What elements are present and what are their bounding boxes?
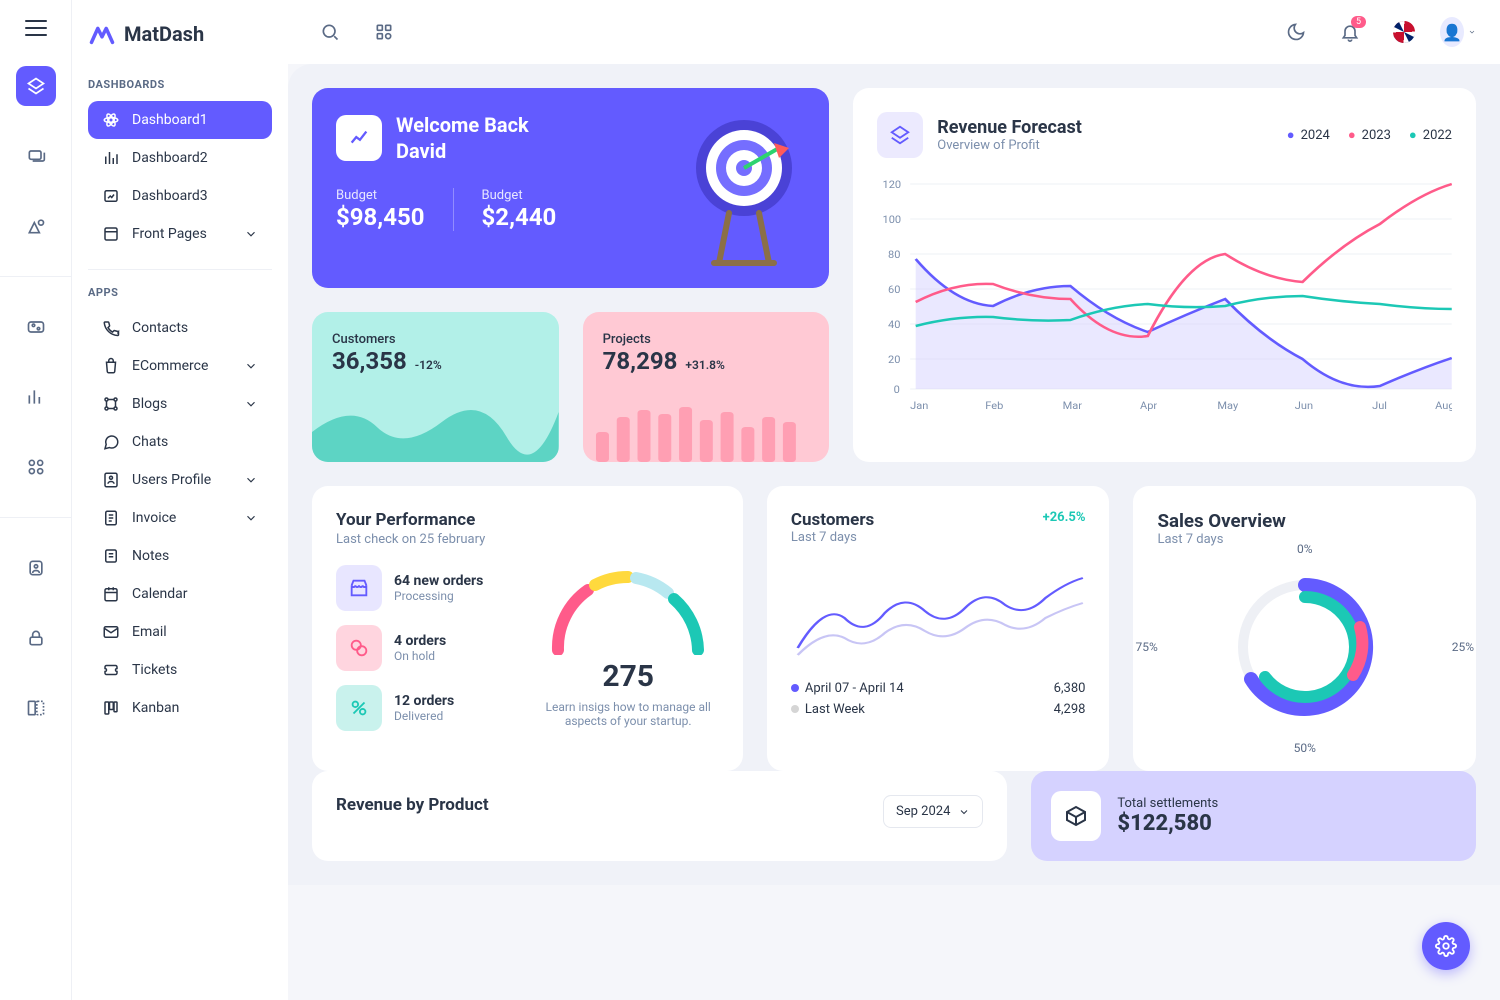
nav-blogs[interactable]: Blogs (88, 385, 272, 423)
sales-overview-card: Sales Overview Last 7 days 0% 25% 50% 75… (1133, 486, 1476, 771)
chevron-down-icon (244, 227, 258, 241)
apps-icon[interactable] (366, 14, 402, 50)
nav-dashboard1[interactable]: Dashboard1 (88, 101, 272, 139)
svg-text:Jan: Jan (910, 400, 928, 412)
hold-icon (336, 625, 382, 671)
topbar: 5 👤 (288, 0, 1500, 64)
customers-card: CustomersLast 7 days +26.5% April 07 - A… (767, 486, 1110, 771)
chevron-down-icon (244, 511, 258, 525)
settlements-card: Total settlements$122,580 (1031, 771, 1476, 861)
nav-tickets[interactable]: Tickets (88, 651, 272, 689)
nav-contacts[interactable]: Contacts (88, 309, 272, 347)
rail-sliders-icon[interactable] (16, 307, 56, 347)
customers-mini-card: Customers 36,358-12% (312, 312, 559, 462)
store-icon (336, 565, 382, 611)
nav-dashboard2[interactable]: Dashboard2 (88, 139, 272, 177)
svg-text:May: May (1218, 400, 1239, 412)
box-icon (1051, 791, 1101, 841)
svg-text:0: 0 (894, 384, 900, 396)
customers-chart (791, 563, 1086, 663)
nav-invoice[interactable]: Invoice (88, 499, 272, 537)
notification-badge: 5 (1351, 16, 1366, 28)
chevron-down-icon (244, 473, 258, 487)
rail-user-icon[interactable] (16, 548, 56, 588)
delivered-icon (336, 685, 382, 731)
logo-text: MatDash (124, 22, 204, 46)
rail-cards-icon[interactable] (16, 136, 56, 176)
sidebar: MatDash DASHBOARDS Dashboard1 Dashboard2… (72, 0, 288, 1000)
sales-donut-chart: 0% 25% 50% 75% (1157, 547, 1452, 747)
bell-icon[interactable]: 5 (1332, 14, 1368, 50)
trend-icon (336, 115, 382, 161)
nav-users[interactable]: Users Profile (88, 461, 272, 499)
svg-text:20: 20 (888, 354, 900, 366)
svg-text:Apr: Apr (1140, 400, 1158, 412)
svg-text:60: 60 (888, 284, 900, 296)
user-menu[interactable]: 👤 (1440, 14, 1476, 50)
performance-card: Your Performance Last check on 25 februa… (312, 486, 743, 771)
rail-lock-icon[interactable] (16, 618, 56, 658)
svg-text:40: 40 (888, 319, 900, 331)
rail-apps-icon[interactable] (16, 447, 56, 487)
gauge-chart (543, 565, 713, 655)
theme-icon[interactable] (1278, 14, 1314, 50)
nav-kanban[interactable]: Kanban (88, 689, 272, 727)
section-dashboards: DASHBOARDS (88, 78, 272, 91)
chevron-down-icon (958, 806, 970, 818)
month-select[interactable]: Sep 2024 (883, 795, 983, 828)
svg-text:120: 120 (883, 179, 902, 191)
rail-dashboard-icon[interactable] (16, 66, 56, 106)
svg-text:Jun: Jun (1295, 400, 1313, 412)
svg-text:Jul: Jul (1372, 400, 1387, 412)
rail-chart-icon[interactable] (16, 377, 56, 417)
revenue-forecast-card: Revenue ForecastOverview of Profit 2024 … (853, 88, 1476, 462)
nav-ecommerce[interactable]: ECommerce (88, 347, 272, 385)
icon-rail (0, 0, 72, 1000)
language-flag[interactable] (1386, 14, 1422, 50)
nav-notes[interactable]: Notes (88, 537, 272, 575)
svg-text:Feb: Feb (986, 400, 1004, 412)
welcome-card: Welcome BackDavid Budget$98,450 Budget$2… (312, 88, 829, 288)
revenue-by-product-card: Revenue by Product Sep 2024 (312, 771, 1007, 861)
nav-chats[interactable]: Chats (88, 423, 272, 461)
svg-text:100: 100 (883, 214, 902, 226)
nav-dashboard3[interactable]: Dashboard3 (88, 177, 272, 215)
nav-calendar[interactable]: Calendar (88, 575, 272, 613)
settings-fab[interactable] (1422, 922, 1470, 970)
revenue-chart: 120 100 80 60 40 20 0 Jan Feb Mar Apr May Jun Jul Aug (877, 174, 1452, 414)
rail-layout-icon[interactable] (16, 688, 56, 728)
rail-shapes-icon[interactable] (16, 206, 56, 246)
svg-text:80: 80 (888, 249, 900, 261)
chevron-down-icon (244, 359, 258, 373)
projects-mini-card: Projects 78,298+31.8% (583, 312, 830, 462)
target-illustration (679, 108, 809, 268)
section-apps: APPS (88, 286, 272, 299)
logo[interactable]: MatDash (88, 20, 272, 48)
svg-text:Aug: Aug (1435, 400, 1452, 412)
layers-icon (877, 112, 923, 158)
svg-text:Mar: Mar (1063, 400, 1083, 412)
nav-email[interactable]: Email (88, 613, 272, 651)
nav-frontpages[interactable]: Front Pages (88, 215, 272, 253)
search-icon[interactable] (312, 14, 348, 50)
chevron-down-icon (244, 397, 258, 411)
menu-toggle-icon[interactable] (25, 20, 47, 36)
